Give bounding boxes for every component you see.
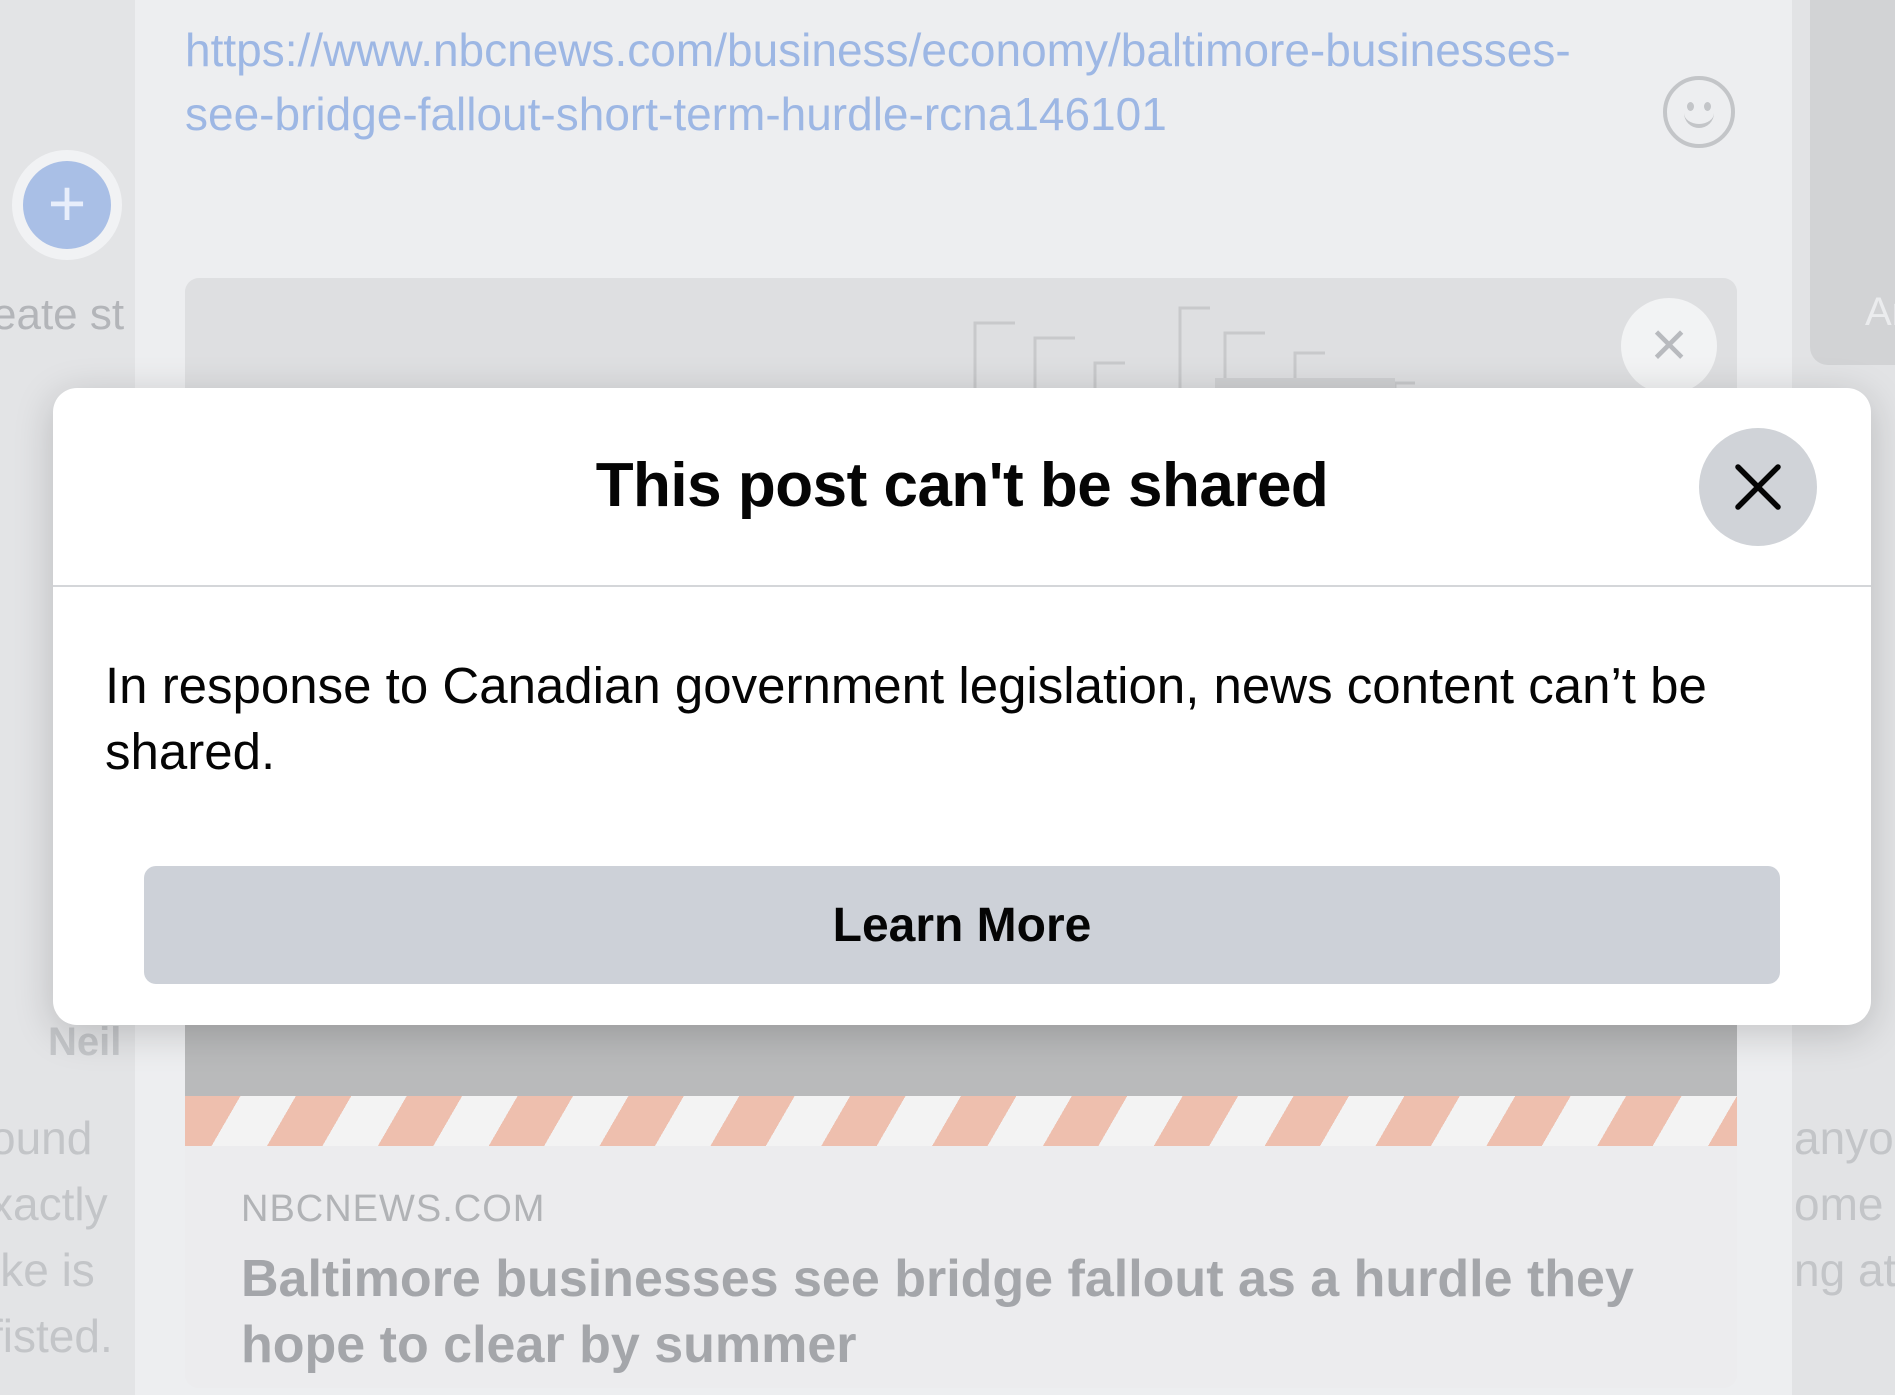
story-card-label: An bbox=[1865, 290, 1895, 334]
author-name-fragment: Neil bbox=[48, 1020, 122, 1064]
remove-preview-close-icon[interactable]: × bbox=[1621, 298, 1717, 394]
smiley-icon[interactable] bbox=[1663, 76, 1735, 148]
preview-meta: NBCNEWS.COM Baltimore businesses see bri… bbox=[185, 1146, 1737, 1388]
construction-barrier bbox=[185, 1096, 1737, 1146]
text-fragment: ike is bbox=[0, 1244, 95, 1296]
create-story-label: eate st bbox=[0, 290, 125, 339]
story-card[interactable]: An bbox=[1810, 0, 1895, 365]
dialog-title: This post can't be shared bbox=[595, 451, 1329, 520]
plus-icon: + bbox=[23, 161, 111, 249]
left-text-fragments: ound xactly ike is fisted. bbox=[0, 1105, 113, 1369]
text-fragment: ome v bbox=[1794, 1178, 1895, 1230]
text-fragment: ng at bbox=[1794, 1244, 1895, 1296]
text-fragment: anyo bbox=[1794, 1112, 1894, 1164]
preview-domain: NBCNEWS.COM bbox=[241, 1188, 546, 1230]
share-blocked-dialog: This post can't be shared In response to… bbox=[53, 388, 1871, 1025]
close-icon bbox=[1735, 464, 1781, 510]
right-text-fragments: anyo ome v ng at bbox=[1794, 1105, 1895, 1303]
dialog-header: This post can't be shared bbox=[53, 388, 1871, 587]
text-fragment: fisted. bbox=[0, 1310, 113, 1362]
close-button[interactable] bbox=[1699, 428, 1817, 546]
text-fragment: ound bbox=[0, 1112, 93, 1164]
preview-headline: Baltimore businesses see bridge fallout … bbox=[241, 1250, 1634, 1374]
dialog-message: In response to Canadian government legis… bbox=[105, 657, 1707, 780]
create-story-button[interactable]: + bbox=[12, 150, 122, 260]
learn-more-button[interactable]: Learn More bbox=[144, 866, 1780, 984]
text-fragment: xactly bbox=[0, 1178, 108, 1230]
post-link-text[interactable]: https://www.nbcnews.com/business/economy… bbox=[185, 18, 1605, 146]
